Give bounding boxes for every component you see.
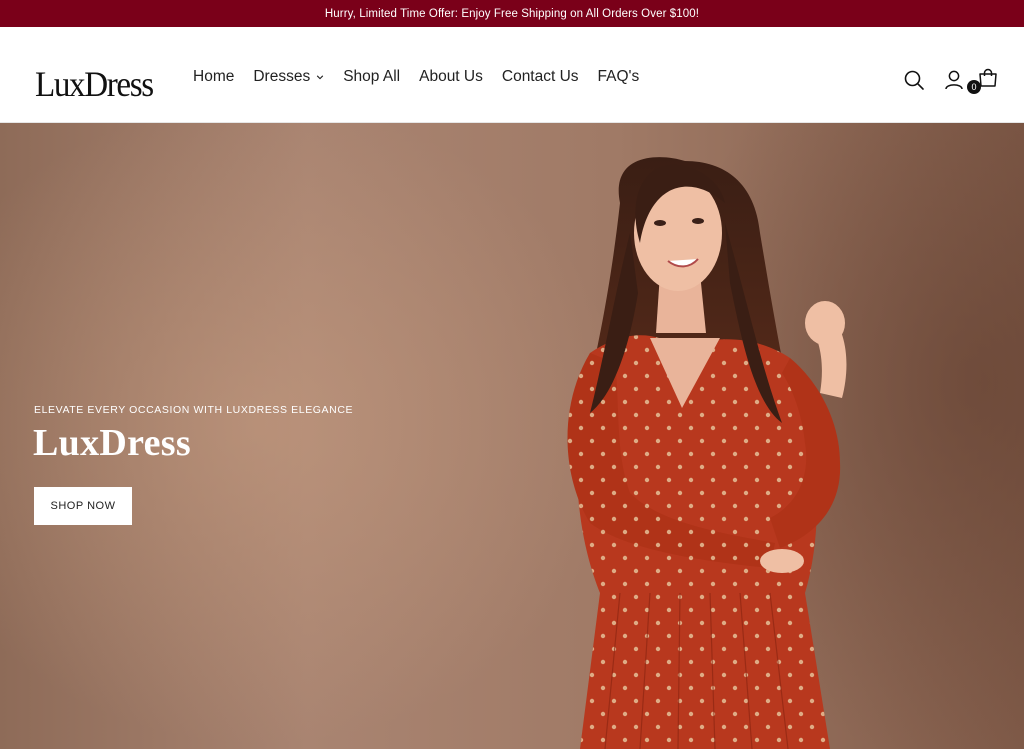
announcement-text: Hurry, Limited Time Offer: Enjoy Free Sh… bbox=[324, 7, 700, 20]
shop-now-button[interactable]: SHOP NOW bbox=[34, 487, 132, 525]
nav-faqs-label: FAQ's bbox=[597, 68, 640, 85]
nav-home[interactable]: Home bbox=[193, 68, 234, 86]
nav-about-us[interactable]: About Us bbox=[419, 68, 483, 86]
nav-shop-all-label: Shop All bbox=[343, 68, 401, 85]
main-nav: Home Dresses Shop All About Us Contact U… bbox=[193, 68, 658, 86]
nav-shop-all[interactable]: Shop All bbox=[343, 68, 400, 86]
model-image bbox=[567, 157, 847, 749]
search-icon[interactable] bbox=[903, 69, 925, 91]
logo[interactable]: LuxDress bbox=[35, 63, 154, 105]
nav-dresses[interactable]: Dresses bbox=[253, 68, 324, 86]
nav-contact-us[interactable]: Contact Us bbox=[502, 68, 579, 86]
announcement-bar: Hurry, Limited Time Offer: Enjoy Free Sh… bbox=[0, 0, 1024, 27]
hero-banner: ELEVATE EVERY OCCASION WITH LUXDRESS ELE… bbox=[0, 123, 1024, 749]
hero-title: LuxDress bbox=[33, 422, 191, 464]
site-header: LuxDress Home Dresses Shop All About Us … bbox=[0, 27, 1024, 123]
hero-eyebrow: ELEVATE EVERY OCCASION WITH LUXDRESS ELE… bbox=[34, 404, 354, 416]
nav-about-us-label: About Us bbox=[419, 68, 483, 85]
chevron-down-icon bbox=[317, 75, 324, 80]
nav-faqs[interactable]: FAQ's bbox=[598, 68, 640, 86]
nav-contact-us-label: Contact Us bbox=[501, 68, 579, 85]
nav-dresses-label: Dresses bbox=[253, 68, 311, 85]
cart-count-badge: 0 bbox=[967, 80, 981, 94]
account-icon[interactable] bbox=[943, 69, 965, 91]
nav-home-label: Home bbox=[193, 68, 235, 85]
